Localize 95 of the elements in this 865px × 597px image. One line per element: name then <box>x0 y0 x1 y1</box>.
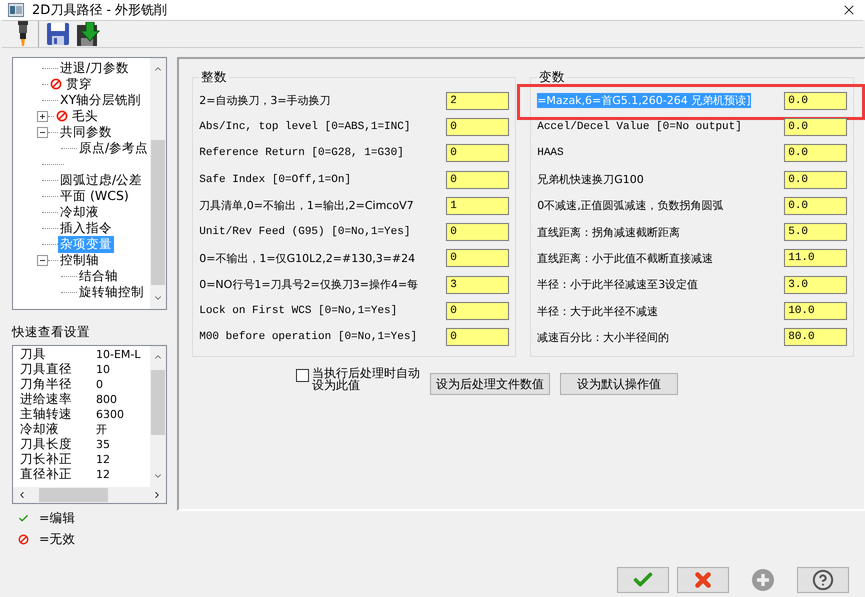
scrollbar[interactable] <box>150 58 166 310</box>
field-label: =Mazak,6=首G5.1,260-264 兄弟机预读] <box>537 93 751 108</box>
setting-name: 冷却液 <box>20 421 60 438</box>
field-label: Lock on First WCS [0=No,1=Yes] <box>199 305 398 317</box>
setting-name: 直径补正 <box>20 466 73 484</box>
input-field[interactable]: 80.0 <box>784 328 848 346</box>
input-field[interactable]: 0 <box>446 170 510 189</box>
input-field[interactable]: 0 <box>446 302 510 320</box>
setting-value: 10-EM-L <box>96 348 141 362</box>
scrollbar[interactable] <box>13 487 166 504</box>
field-label: 减速百分比：大小半径间的 <box>537 330 670 345</box>
input-field[interactable]: 2 <box>446 92 510 110</box>
tree-item[interactable]: 共同参数 <box>58 124 114 141</box>
plus-circle-icon <box>751 568 775 592</box>
tree-item[interactable]: 原点/参考点 <box>77 140 150 157</box>
input-field[interactable]: 0 <box>446 249 510 268</box>
checkbox-label: 当执行后处理时自动 设为此值 <box>312 367 420 392</box>
setting-name: 刀具长度 <box>20 436 73 452</box>
setting-value: 12 <box>96 453 110 466</box>
setting-value: 6300 <box>96 408 124 422</box>
setting-name: 刀长补正 <box>20 451 73 468</box>
tree-item[interactable]: 进退/刀参数 <box>58 60 132 77</box>
field-label: HAAS <box>537 147 564 160</box>
action-button[interactable]: 设为后处理文件数值 <box>430 373 550 396</box>
save-icon[interactable] <box>47 22 69 46</box>
window-title: 2D刀具路径 - 外形铣削 <box>32 2 168 19</box>
tree-item[interactable]: 平面 (WCS) <box>58 188 131 205</box>
field-label: Reference Return [0=G28, 1=G30] <box>199 147 404 160</box>
action-button[interactable]: 设为默认操作值 <box>560 373 678 396</box>
input-field[interactable]: 0 <box>446 223 510 242</box>
field-label: Safe Index [0=Off,1=On] <box>199 174 352 186</box>
prohibited-icon <box>18 534 29 546</box>
input-field[interactable]: 5.0 <box>784 223 848 242</box>
spindle-tool-icon[interactable] <box>16 21 30 48</box>
input-field[interactable]: 0.0 <box>784 196 848 215</box>
field-label: M00 before operation [0=No,1=Yes] <box>199 331 418 344</box>
legend-text: =无效 <box>39 531 76 548</box>
group-title: 整数 <box>199 69 230 86</box>
input-field[interactable]: 0 <box>446 144 510 162</box>
app-icon <box>8 2 24 17</box>
field-label: 0=NO行号1=刀具号2=仅换刀3=操作4=每 <box>199 277 418 292</box>
field-label: 0=不输出，1=仅G10L2,2=#130,3=#24 <box>199 250 416 266</box>
input-field[interactable]: 0.0 <box>784 118 848 136</box>
field-label: 直线距离：小于此值不截断直接减速 <box>537 250 714 266</box>
legend-text: =编辑 <box>39 510 76 528</box>
help-icon <box>812 568 834 591</box>
field-label: Accel/Decel Value [0=No output] <box>537 120 742 133</box>
field-label: 半径：小于此半径减速至3设定值 <box>537 277 698 292</box>
ok-button[interactable] <box>617 566 669 593</box>
input-field[interactable]: 3 <box>446 276 510 294</box>
setting-value: 10 <box>96 363 110 376</box>
setting-value: 35 <box>96 438 110 452</box>
field-label: Abs/Inc, top level [0=ABS,1=INC] <box>199 120 410 133</box>
tree-item[interactable]: 插入指令 <box>58 220 114 237</box>
setting-name: 刀具直径 <box>20 361 73 378</box>
setting-value: 开 <box>96 422 107 438</box>
field-label: 半径：大于此半径不减速 <box>537 304 658 318</box>
input-field[interactable]: 0 <box>446 118 510 136</box>
group-title: 变数 <box>537 69 568 86</box>
input-field[interactable]: 0.0 <box>784 170 848 189</box>
checkbox[interactable] <box>296 369 310 382</box>
scrollbar[interactable] <box>150 346 166 488</box>
input-field[interactable]: 0.0 <box>784 144 848 162</box>
setting-name: 刀具 <box>20 346 46 363</box>
setting-value: 0 <box>96 378 103 392</box>
field-label: 直线距离：拐角减速截断距离 <box>537 224 680 240</box>
tree-item[interactable]: 结合轴 <box>77 268 120 285</box>
input-field[interactable]: 11.0 <box>784 249 848 268</box>
input-field[interactable]: 1 <box>446 196 510 215</box>
field-label: Unit/Rev Feed (G95) [0=No,1=Yes] <box>199 226 410 238</box>
setting-name: 进给速率 <box>20 391 73 408</box>
collapse-toggle[interactable] <box>37 254 48 266</box>
collapse-toggle[interactable] <box>37 126 48 138</box>
input-field[interactable]: 10.0 <box>784 302 848 320</box>
setting-name: 主轴转速 <box>20 406 73 422</box>
tree-item[interactable]: 冷却液 <box>58 204 101 221</box>
input-field[interactable]: 0.0 <box>784 92 848 110</box>
field-label: 0不减速,正值圆弧减速，负数拐角圆弧 <box>537 198 724 214</box>
tree-item[interactable]: 控制轴 <box>58 252 101 269</box>
tree-item[interactable]: 旋转轴控制 <box>77 284 146 301</box>
check-icon <box>18 513 29 524</box>
input-field[interactable]: 3.0 <box>784 276 848 294</box>
field-label: 刀具清单,0=不输出，1=输出,2=CimcoV7 <box>199 198 414 214</box>
section-title: 快速查看设置 <box>12 324 91 342</box>
field-label: 兄弟机快速换刀G100 <box>537 172 644 188</box>
save-arrow-icon[interactable] <box>77 22 101 46</box>
cancel-button[interactable] <box>677 566 729 593</box>
tree-item[interactable]: 圆弧过虑/公差 <box>58 172 144 189</box>
help-button[interactable] <box>797 566 849 593</box>
setting-name: 刀角半径 <box>20 376 73 392</box>
input-field[interactable]: 0 <box>446 328 510 346</box>
setting-value: 800 <box>96 393 117 406</box>
tree-item[interactable]: XY轴分层铣削 <box>58 92 144 109</box>
field-label: 2=自动换刀，3=手动换刀 <box>199 93 331 108</box>
setting-value: 12 <box>96 468 110 482</box>
